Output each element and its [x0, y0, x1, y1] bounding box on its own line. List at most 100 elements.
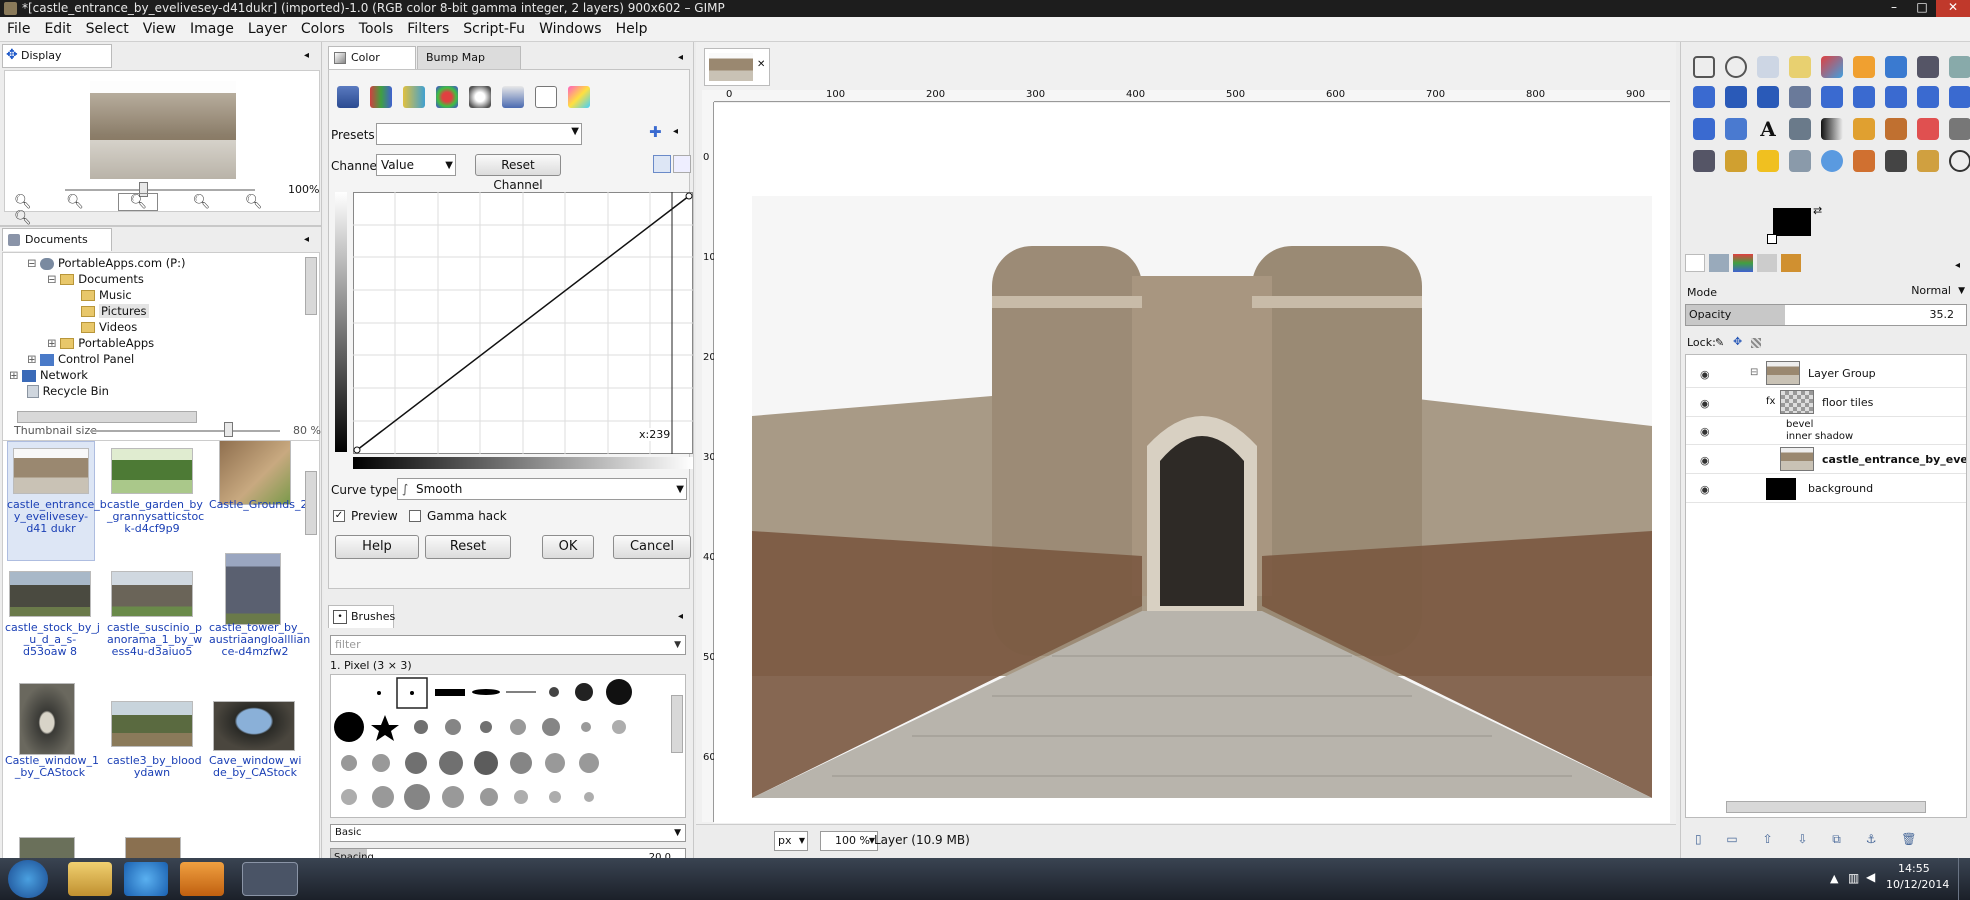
paths-tool-icon[interactable] — [1917, 56, 1939, 78]
tab-bump-map[interactable]: Bump Map — [417, 46, 521, 69]
thumbnail-label[interactable]: Castle_Grounds_2 — [209, 499, 307, 511]
posterize-icon[interactable] — [568, 86, 590, 108]
thumbnail-image[interactable] — [219, 441, 291, 505]
paintbrush-tool-icon[interactable] — [1885, 118, 1907, 140]
text-tool-icon[interactable]: A — [1757, 118, 1779, 140]
thumbnail-image[interactable] — [13, 448, 89, 494]
tab-display-navigation[interactable]: ✥ Display Navigation — [2, 44, 112, 84]
layer-row[interactable]: ◉ fx floor tiles — [1686, 388, 1966, 417]
navigation-preview[interactable]: 100% — [4, 70, 320, 212]
presets-combo[interactable]: ▼ — [376, 123, 582, 145]
brush-filter-input[interactable]: filter ▼ — [330, 635, 686, 655]
layer-row[interactable]: ◉ background — [1686, 474, 1966, 503]
tree-item[interactable]: ⊞ Control Panel — [3, 351, 319, 367]
thumbnail-label[interactable]: castle_entrance_b y_evelivesey-d41 dukr — [7, 499, 107, 535]
thumbnail-label[interactable]: Cave_window_wi de_by_CAStock — [209, 755, 302, 779]
menu-help[interactable]: Help — [609, 17, 655, 42]
menu-edit[interactable]: Edit — [37, 17, 78, 42]
brightness-contrast-icon[interactable] — [436, 86, 458, 108]
ruler-corner[interactable] — [702, 90, 714, 102]
navigation-zoom-buttons[interactable]: 🔍︎ 🔍︎ 🔍︎ 🔍︎ 🔍︎ 🔍︎ — [14, 193, 304, 226]
threshold-icon[interactable] — [469, 86, 491, 108]
gimp-taskbar-icon[interactable] — [242, 862, 298, 896]
tree-item[interactable]: Music — [3, 287, 319, 303]
visibility-eye-icon[interactable]: ◉ — [1700, 368, 1710, 381]
menu-view[interactable]: View — [136, 17, 183, 42]
tree-item[interactable]: ⊟ PortableApps.com (P:) — [3, 255, 319, 271]
documents-thumbnail-grid[interactable]: castle_entrance_b y_evelivesey-d41 dukr … — [2, 440, 320, 876]
lock-position-icon[interactable]: ✥ — [1733, 335, 1742, 348]
undo-tab-icon[interactable] — [1757, 254, 1777, 272]
ok-button[interactable]: OK — [542, 535, 594, 559]
hue-saturation-icon[interactable] — [370, 86, 392, 108]
close-tab-icon[interactable]: ✕ — [757, 59, 765, 70]
handles-tool-icon[interactable] — [1917, 150, 1939, 172]
thumbnail-label[interactable]: castle3_by_blood ydawn — [107, 755, 202, 779]
ellipse-select-tool-icon[interactable] — [1725, 56, 1747, 78]
start-button[interactable] — [8, 860, 48, 898]
image-tab[interactable]: ✕ — [704, 48, 770, 86]
menu-script-fu[interactable]: Script-Fu — [456, 17, 532, 42]
thumbnail-image[interactable] — [225, 553, 281, 625]
blend-tool-icon[interactable] — [1821, 118, 1843, 140]
measure-tool-icon[interactable] — [1693, 86, 1715, 108]
menu-image[interactable]: Image — [183, 17, 241, 42]
maximize-button[interactable]: □ — [1908, 0, 1936, 17]
layer-effects-icon[interactable]: fx — [1766, 396, 1775, 407]
channel-select[interactable]: Value ▼ — [376, 154, 456, 176]
clock-time[interactable]: 14:55 — [1898, 862, 1930, 875]
layers-tab-icon[interactable] — [1685, 254, 1705, 272]
foreground-select-tool-icon[interactable] — [1885, 56, 1907, 78]
thumbnail-image[interactable] — [111, 571, 193, 617]
brush-grid[interactable] — [330, 674, 686, 818]
layers-h-scrollbar[interactable] — [1726, 801, 1926, 813]
file-tree[interactable]: ⊟ PortableApps.com (P:) ⊟ Documents Musi… — [2, 252, 320, 442]
unit-select[interactable]: px ▼ — [774, 831, 808, 851]
thumbnail-label[interactable]: Castle_window_1 _by_CAStock — [5, 755, 99, 779]
curves-graph[interactable] — [353, 192, 693, 454]
cancel-button[interactable]: Cancel — [613, 535, 691, 559]
shear-tool-icon[interactable] — [1885, 86, 1907, 108]
tree-item[interactable]: Recycle Bin — [3, 383, 319, 399]
reset-button[interactable]: Reset — [425, 535, 511, 559]
media-player-taskbar-icon[interactable] — [180, 862, 224, 896]
pencil-tool-icon[interactable] — [1853, 118, 1875, 140]
canvas-viewport[interactable] — [714, 103, 1670, 823]
tray-network-icon[interactable]: ▥ — [1848, 871, 1859, 885]
panel-menu-icon[interactable]: ◂ — [1955, 260, 1960, 271]
menu-file[interactable]: File — [0, 17, 37, 42]
thumbnail-label[interactable]: castle_tower_by_ austriaangloalllian ce-… — [209, 622, 310, 658]
colorize-icon[interactable] — [403, 86, 425, 108]
layer-row[interactable]: ◉ ⊟ Layer Group — [1686, 359, 1966, 388]
explorer-taskbar-icon[interactable] — [68, 862, 112, 896]
warp-tool-icon[interactable] — [1949, 150, 1970, 172]
menu-colors[interactable]: Colors — [294, 17, 352, 42]
smudge-tool-icon[interactable] — [1853, 150, 1875, 172]
cage-tool-icon[interactable] — [1693, 118, 1715, 140]
effect-name-inner-shadow[interactable]: inner shadow — [1786, 431, 1853, 442]
tree-item[interactable]: ⊞ PortableApps — [3, 335, 319, 351]
color-picker-tool-icon[interactable] — [1949, 56, 1970, 78]
clone-tool-icon[interactable] — [1725, 150, 1747, 172]
tree-item-selected[interactable]: Pictures — [3, 303, 319, 319]
add-preset-icon[interactable]: ✚ — [649, 123, 662, 141]
internet-explorer-taskbar-icon[interactable] — [124, 862, 168, 896]
effect-name-bevel[interactable]: bevel — [1786, 419, 1813, 430]
preview-checkbox[interactable]: ✓ — [333, 510, 345, 522]
align-tool-icon[interactable] — [1757, 86, 1779, 108]
thumbnail-image[interactable] — [111, 701, 193, 747]
eraser-tool-icon[interactable] — [1917, 118, 1939, 140]
panel-menu-icon[interactable]: ◂ — [678, 52, 683, 63]
visibility-eye-icon[interactable]: ◉ — [1700, 454, 1710, 467]
tree-scrollbar[interactable] — [305, 257, 317, 315]
move-tool-icon[interactable] — [1725, 86, 1747, 108]
flip-tool-icon[interactable] — [1949, 86, 1970, 108]
tree-h-scrollbar[interactable] — [17, 411, 197, 423]
menu-windows[interactable]: Windows — [532, 17, 609, 42]
thumbnail-label[interactable]: castle_garden_by _grannysatticstoc k-d4c… — [107, 499, 204, 535]
panel-menu-icon[interactable]: ◂ — [304, 234, 309, 245]
visibility-eye-icon[interactable]: ◉ — [1700, 483, 1710, 496]
dodge-burn-tool-icon[interactable] — [1885, 150, 1907, 172]
thumbnails-scrollbar[interactable] — [305, 471, 317, 535]
perspective-clone-icon[interactable] — [1789, 150, 1811, 172]
